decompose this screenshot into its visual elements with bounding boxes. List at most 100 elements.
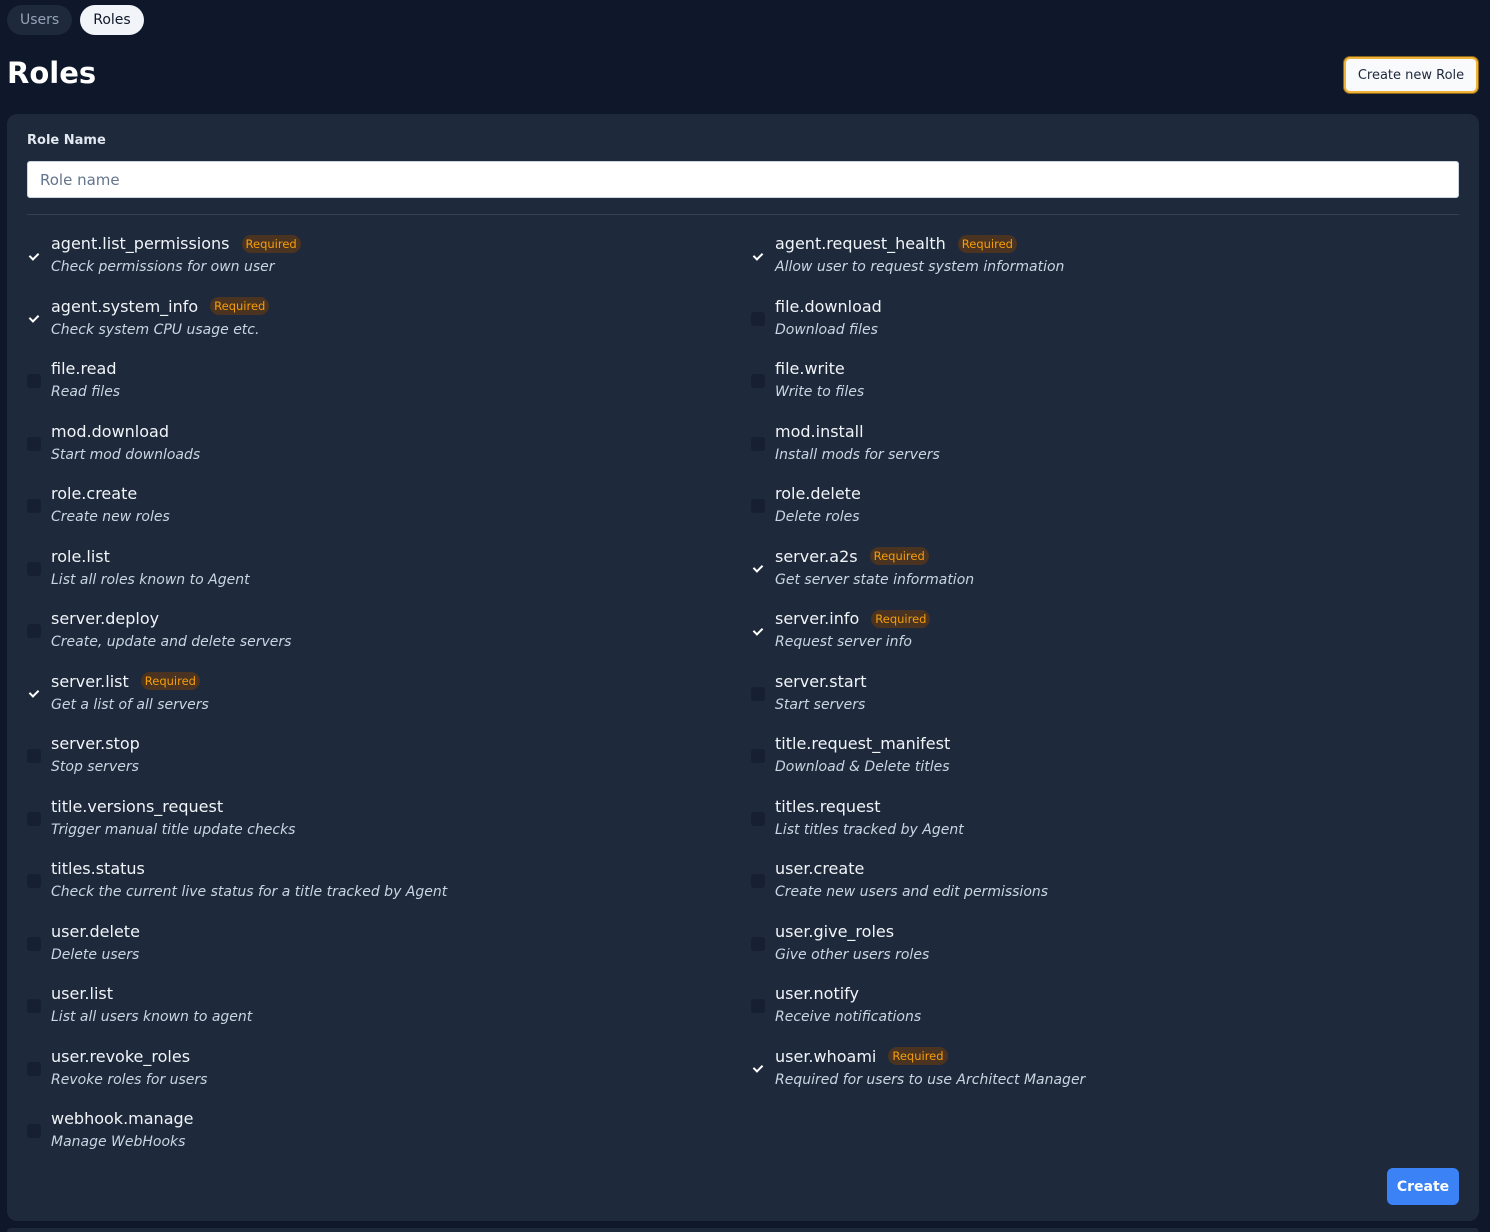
permission-header: agent.request_health Required [775, 234, 1017, 253]
permission-checkbox[interactable] [27, 374, 41, 388]
tab-roles[interactable]: Roles [80, 5, 144, 35]
permission-header: title.versions_request [51, 797, 223, 816]
permission-header: server.start [775, 672, 867, 691]
required-badge: Required [241, 234, 301, 253]
permission-item: role.delete Delete roles [751, 482, 1467, 545]
role-name-input[interactable] [27, 161, 1459, 198]
divider [27, 214, 1459, 215]
permission-name: server.stop [51, 734, 140, 753]
permission-description: Receive notifications [775, 1009, 922, 1025]
permission-description: Download files [775, 321, 878, 338]
permission-item: server.deploy Create, update and delete s… [27, 607, 751, 670]
permission-checkbox[interactable] [27, 686, 41, 701]
permission-name: titles.status [51, 859, 145, 878]
permission-item: role.list List all roles known to Agent [27, 545, 751, 608]
permission-checkbox[interactable] [751, 624, 765, 638]
permission-item: server.stop Stop servers [27, 732, 751, 795]
permission-checkbox[interactable] [27, 1061, 41, 1076]
permission-item: mod.install Install mods for servers [751, 420, 1467, 483]
permission-checkbox[interactable] [27, 436, 41, 451]
permission-item: file.read Read files [27, 357, 751, 420]
permission-header: title.request_manifest [775, 734, 950, 753]
required-badge: Required [869, 547, 929, 565]
permission-item: user.whoami Required Required for users to… [751, 1045, 1467, 1108]
permission-checkbox[interactable] [751, 374, 765, 388]
permission-item: user.revoke_roles Revoke roles for users [27, 1045, 751, 1108]
create-new-role-button[interactable]: Create new Role [1344, 57, 1478, 93]
permission-checkbox[interactable] [27, 561, 41, 576]
permission-name: user.list [51, 984, 114, 1003]
permission-item: user.create Create new users and edit per… [751, 857, 1467, 920]
permission-header: user.create [775, 859, 864, 878]
permission-description: Stop servers [51, 759, 139, 775]
permission-header: user.notify [775, 984, 859, 1003]
permission-checkbox[interactable] [751, 749, 765, 763]
permission-checkbox[interactable] [27, 811, 41, 826]
permission-checkbox[interactable] [751, 936, 765, 951]
permission-name: user.whoami [775, 1046, 877, 1066]
permission-item: role.create Create new roles [27, 482, 751, 545]
checkmark-icon [752, 249, 764, 261]
permission-checkbox[interactable] [27, 1124, 41, 1138]
permission-checkbox[interactable] [751, 874, 765, 888]
permission-checkbox[interactable] [27, 311, 41, 326]
required-badge: Required [888, 1047, 948, 1065]
next-card-edge [7, 1228, 1479, 1232]
permission-header: agent.system_info Required [51, 297, 270, 316]
permission-checkbox[interactable] [27, 249, 41, 263]
permission-checkbox[interactable] [751, 249, 765, 263]
permission-item: user.notify Receive notifications [751, 982, 1467, 1045]
permission-checkbox[interactable] [27, 936, 41, 951]
permission-description: Install mods for servers [775, 446, 940, 463]
permission-name: server.start [775, 671, 867, 691]
required-badge: Required [140, 672, 200, 690]
permission-checkbox[interactable] [751, 499, 765, 513]
permission-item: agent.system_info Required Check system CP… [27, 295, 751, 358]
permission-description: Delete roles [775, 509, 860, 525]
required-badge: Required [957, 234, 1017, 253]
permissions-grid: agent.list_permissions Required Check perm… [27, 232, 1467, 1170]
permission-checkbox[interactable] [751, 561, 765, 576]
permission-item: server.list Required Get a list of all ser… [27, 670, 751, 733]
permission-checkbox[interactable] [751, 686, 765, 701]
permission-description: Read files [51, 384, 121, 400]
permission-header: agent.list_permissions Required [51, 234, 301, 253]
tab-users[interactable]: Users [7, 5, 73, 35]
permission-item: title.versions_request Trigger manual tit… [27, 795, 751, 858]
permission-checkbox[interactable] [751, 999, 765, 1013]
permission-name: title.versions_request [51, 796, 224, 816]
permission-description: Check permissions for own user [51, 259, 275, 275]
permission-item: server.info Required Request server info [751, 607, 1467, 670]
permission-checkbox[interactable] [27, 499, 41, 513]
permission-name: user.delete [51, 921, 140, 941]
permission-header: server.info Required [775, 609, 931, 628]
permission-checkbox[interactable] [27, 874, 41, 888]
permission-description: Manage WebHooks [51, 1134, 186, 1150]
permission-header: file.download [775, 297, 882, 316]
checkmark-icon [752, 562, 764, 573]
permission-checkbox[interactable] [751, 811, 765, 826]
permission-name: server.info [775, 609, 860, 628]
permission-checkbox[interactable] [751, 436, 765, 451]
permission-name: user.give_roles [775, 921, 895, 941]
permission-description: Download & Delete titles [775, 759, 950, 775]
permission-item: user.give_roles Give other users roles [751, 920, 1467, 983]
permission-item: mod.download Start mod downloads [27, 420, 751, 483]
permission-name: role.delete [775, 484, 861, 503]
permission-name: mod.download [51, 421, 169, 441]
permission-description: Check the current live status for a titl… [51, 884, 448, 900]
permission-checkbox[interactable] [27, 999, 41, 1013]
permission-checkbox[interactable] [27, 624, 41, 638]
permission-description: List all roles known to Agent [51, 571, 250, 588]
permission-header: server.list Required [51, 672, 200, 691]
permission-header: server.stop [51, 734, 140, 753]
tab-bar: Users Roles [7, 5, 144, 35]
permission-header: role.create [51, 484, 137, 503]
permission-description: List all users known to agent [51, 1009, 253, 1025]
permission-checkbox[interactable] [27, 749, 41, 763]
permission-header: titles.status [51, 859, 145, 878]
permission-checkbox[interactable] [751, 311, 765, 326]
permission-header: mod.install [775, 422, 864, 441]
permission-checkbox[interactable] [751, 1061, 765, 1076]
create-button[interactable]: Create [1387, 1168, 1459, 1205]
